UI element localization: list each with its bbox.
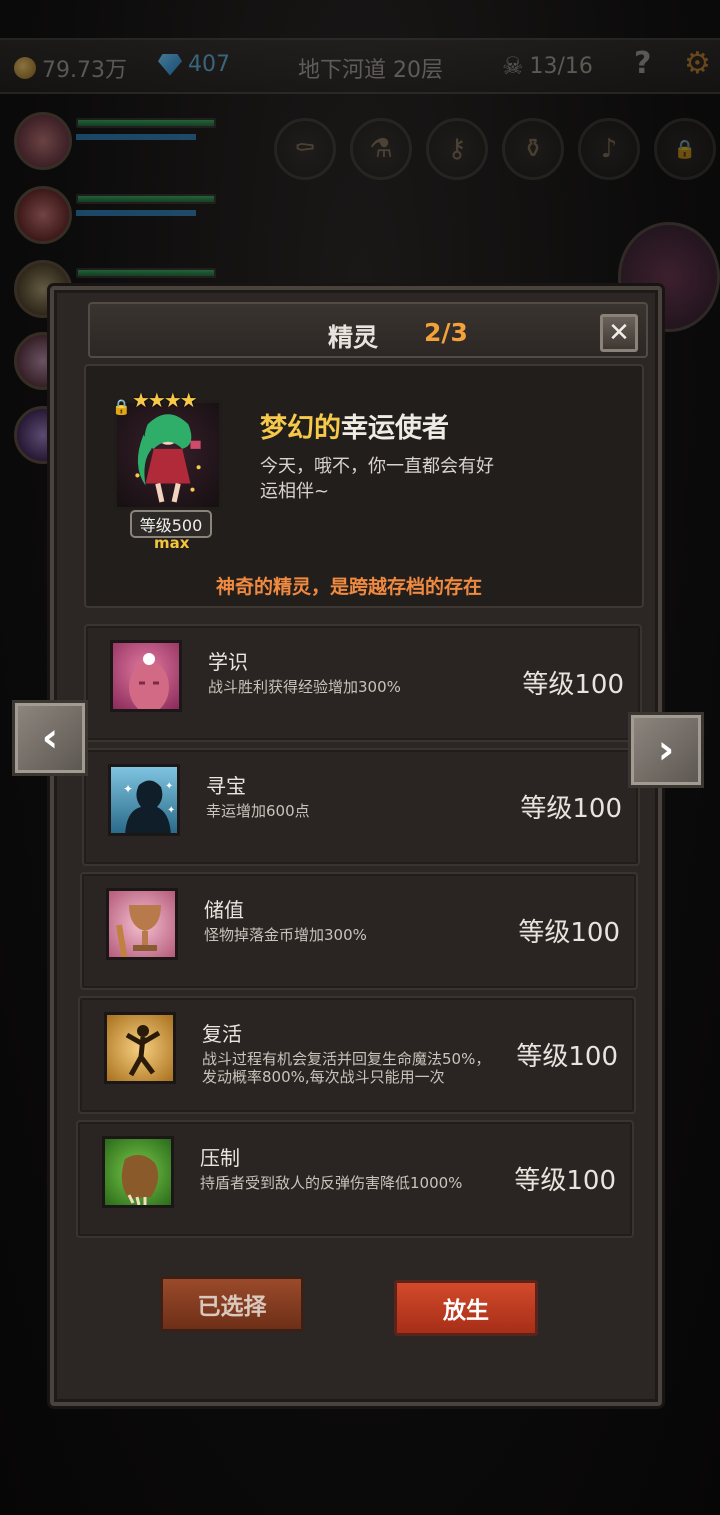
horn-item-icon[interactable]: ♪	[578, 118, 640, 180]
skill-row[interactable]: 储值 怪物掉落金币增加300% 等级100	[80, 872, 638, 990]
mp-bar	[76, 134, 196, 140]
coin-icon	[14, 57, 36, 79]
help-button[interactable]: ?	[634, 46, 651, 81]
spirit-tagline: 神奇的精灵，是跨越存档的存在	[216, 576, 483, 598]
release-button[interactable]: 放生	[394, 1280, 538, 1336]
top-status-bar: 79.73万 407 地下河道 20层 ☠ 13/16 ? ⚙	[0, 38, 720, 94]
skill-level: 等级100	[518, 918, 620, 948]
settings-gear-icon[interactable]: ⚙	[684, 46, 711, 81]
skill-row[interactable]: 压制 持盾者受到敌人的反弹伤害降低1000% 等级100	[76, 1120, 634, 1238]
prev-spirit-button[interactable]: ‹	[12, 700, 88, 776]
skill-desc: 持盾者受到敌人的反弹伤害降低1000%	[200, 1174, 463, 1192]
knowledge-icon	[110, 640, 182, 712]
savings-icon	[106, 888, 178, 960]
skill-level: 等级100	[516, 1042, 618, 1072]
skill-name: 学识	[208, 650, 248, 674]
locked-slot-icon: 🔒	[654, 118, 716, 180]
hp-bar	[76, 268, 216, 278]
rarity-stars: ★★★★	[132, 388, 198, 412]
location-label: 地下河道 20层	[298, 58, 443, 83]
skill-row[interactable]: ✦ ✦ ✦ 寻宝 幸运增加600点 等级100	[82, 748, 640, 866]
skill-name: 压制	[200, 1146, 240, 1170]
gold-value: 79.73万	[42, 58, 127, 83]
flask-item-icon[interactable]: ⚱	[502, 118, 564, 180]
selected-button[interactable]: 已选择	[160, 1276, 304, 1332]
skill-name: 复活	[202, 1022, 242, 1046]
spirit-description: 今天，哦不，你一直都会有好运相伴~	[260, 456, 494, 502]
skill-desc: 怪物掉落金币增加300%	[204, 926, 367, 944]
coffin-item-icon[interactable]: ⚰	[274, 118, 336, 180]
spirit-name: 梦幻的幸运使者	[260, 413, 449, 444]
spirit-count: 2/3	[424, 318, 468, 347]
svg-text:✦: ✦	[123, 782, 133, 796]
skill-name: 寻宝	[206, 774, 246, 798]
spirit-image	[135, 414, 201, 503]
treasure-icon: ✦ ✦ ✦	[108, 764, 180, 836]
mp-bar	[76, 210, 196, 216]
party-avatar[interactable]	[14, 112, 72, 170]
potion-item-icon[interactable]: ⚗	[350, 118, 412, 180]
skill-level: 等级100	[522, 670, 624, 700]
party-avatar[interactable]	[14, 186, 72, 244]
dialog-title: 精灵	[328, 323, 379, 352]
gem-counter: 407	[158, 52, 230, 77]
svg-text:✦: ✦	[165, 781, 173, 792]
suppress-icon	[102, 1136, 174, 1208]
hp-bar	[76, 118, 216, 128]
key-item-icon[interactable]: ⚷	[426, 118, 488, 180]
kill-value: 13/16	[529, 53, 593, 79]
game-screen: 79.73万 407 地下河道 20层 ☠ 13/16 ? ⚙ ⚰ ⚗ ⚷ ⚱ …	[0, 0, 720, 1515]
gold-counter: 79.73万	[14, 52, 127, 84]
spirit-portrait[interactable]	[114, 400, 222, 510]
skill-desc: 战斗胜利获得经验增加300%	[208, 678, 401, 696]
skull-icon: ☠	[502, 52, 524, 80]
skill-name: 储值	[204, 898, 244, 922]
chevron-right-icon: ›	[657, 727, 675, 773]
skill-level: 等级100	[514, 1166, 616, 1196]
skill-desc: 幸运增加600点	[206, 802, 310, 820]
lock-icon[interactable]: 🔒	[112, 398, 131, 416]
next-spirit-button[interactable]: ›	[628, 712, 704, 788]
revive-icon	[104, 1012, 176, 1084]
hp-bar	[76, 194, 216, 204]
close-icon: ✕	[608, 318, 630, 348]
gem-icon	[158, 53, 182, 76]
skill-desc: 战斗过程有机会复活并回复生命魔法50%，发动概率800%,每次战斗只能用一次	[202, 1050, 491, 1086]
max-label: max	[154, 534, 190, 552]
chevron-left-icon: ‹	[41, 715, 59, 761]
kill-counter: ☠ 13/16	[502, 52, 593, 80]
gem-value: 407	[188, 52, 230, 77]
skill-row[interactable]: 学识 战斗胜利获得经验增加300% 等级100	[84, 624, 642, 742]
skill-row[interactable]: 复活 战斗过程有机会复活并回复生命魔法50%，发动概率800%,每次战斗只能用一…	[78, 996, 636, 1114]
skill-level: 等级100	[520, 794, 622, 824]
item-slots: ⚰ ⚗ ⚷ ⚱ ♪ 🔒	[270, 118, 720, 198]
svg-text:✦: ✦	[167, 805, 175, 816]
close-button[interactable]: ✕	[600, 314, 638, 352]
